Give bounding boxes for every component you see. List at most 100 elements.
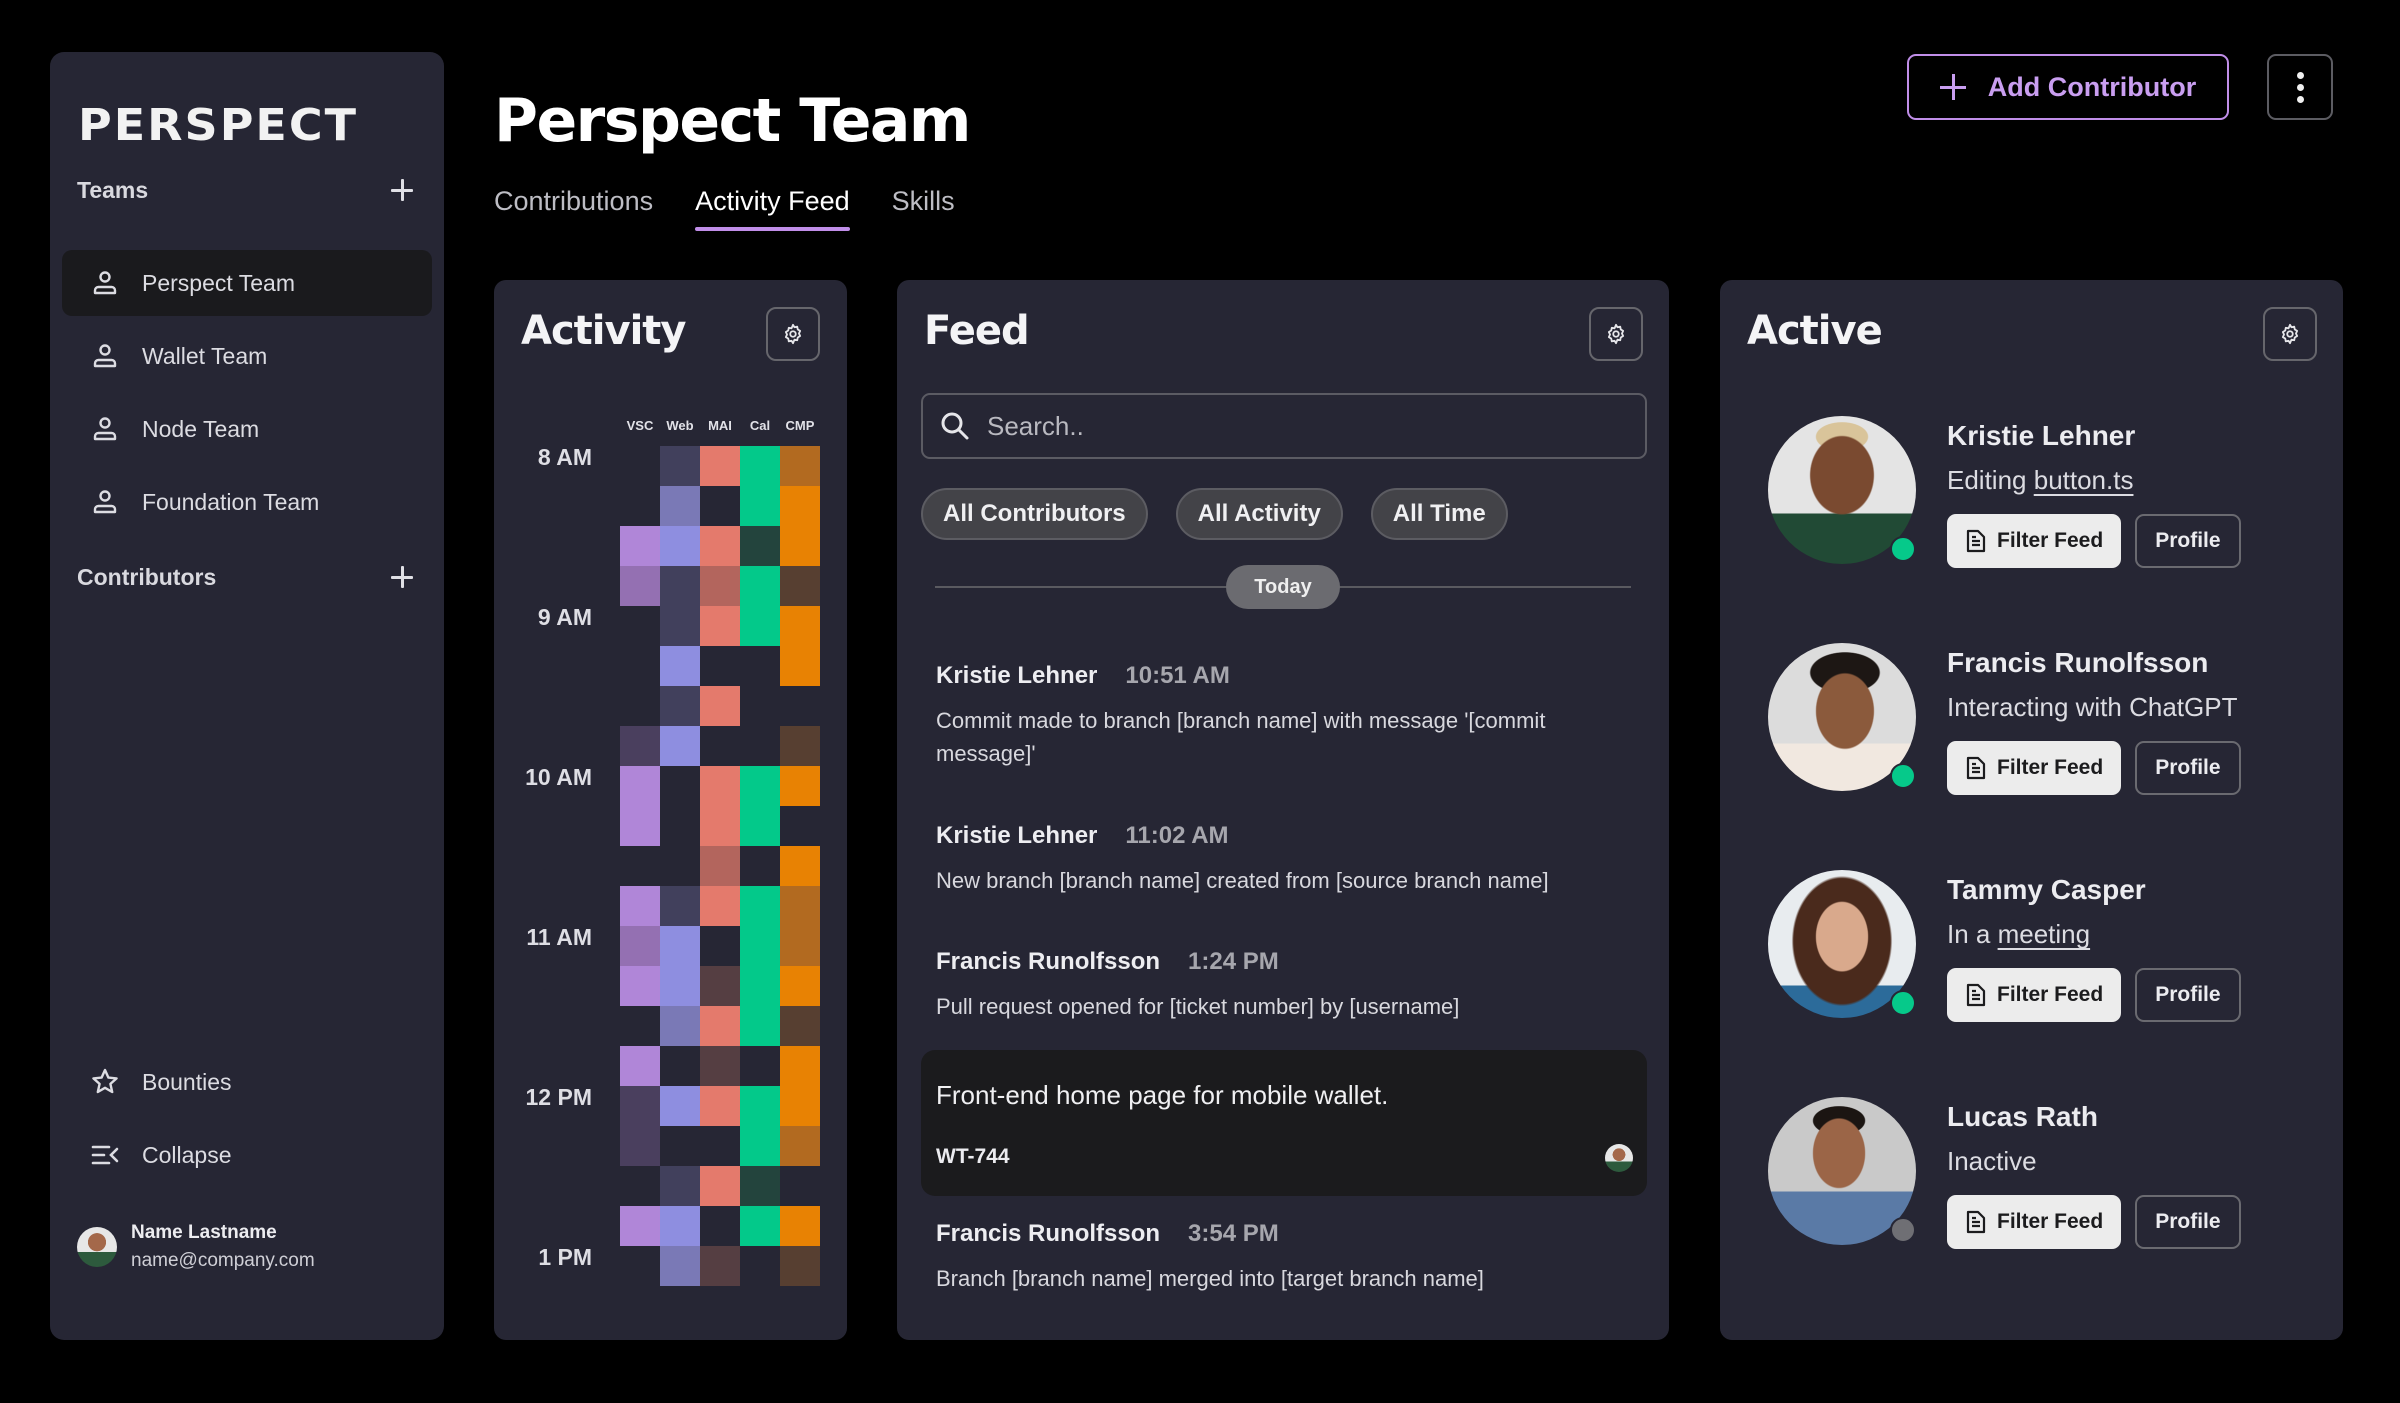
heatmap-time-label: 8 AM: [537, 444, 592, 470]
status-text: Inactive: [1947, 1146, 2037, 1176]
heatmap-cell: [620, 886, 660, 926]
search-field[interactable]: [921, 393, 1647, 459]
heatmap-cell: [700, 1046, 740, 1086]
filter-feed-button[interactable]: Filter Feed: [1947, 741, 2122, 795]
heatmap-cell: [740, 926, 780, 966]
heatmap-cell: [700, 1086, 740, 1126]
feed-author: Francis Runolfsson: [936, 948, 1161, 975]
sidebar-item-node-team[interactable]: Node Team: [62, 396, 432, 462]
heatmap-cell: [700, 766, 740, 806]
profile-button[interactable]: Profile: [2135, 1195, 2241, 1249]
active-settings-button[interactable]: [2263, 307, 2317, 361]
feed-filters: All Contributors All Activity All Time: [921, 488, 1508, 540]
feed-item[interactable]: Kristie Lehner 10:51 AM Commit made to b…: [936, 662, 1639, 770]
sidebar-item-collapse[interactable]: Collapse: [62, 1122, 432, 1188]
page-title: Perspect Team: [494, 86, 971, 156]
heatmap-cell: [700, 1166, 740, 1206]
add-contributor-sidebar-button[interactable]: [387, 562, 417, 592]
heatmap-cell: [700, 886, 740, 926]
member-card: Lucas Rath Inactive Filter Feed Profile: [1768, 1091, 2328, 1251]
filter-all-time[interactable]: All Time: [1370, 488, 1508, 540]
heatmap-cell: [740, 886, 780, 926]
heatmap-cell: [740, 1086, 780, 1126]
tab-activity-feed[interactable]: Activity Feed: [695, 186, 850, 231]
status-link[interactable]: meeting: [1998, 919, 2091, 949]
activity-settings-button[interactable]: [766, 307, 820, 361]
status-dot-online: [1890, 763, 1916, 789]
sidebar-item-foundation-team[interactable]: Foundation Team: [62, 469, 432, 535]
heatmap-cell: [620, 1086, 660, 1126]
ticket-id: WT-744: [936, 1145, 1010, 1168]
search-input[interactable]: [987, 410, 1627, 442]
gear-icon: [784, 323, 802, 345]
heatmap-cell: [620, 966, 660, 1006]
heatmap-cell: [740, 446, 780, 486]
filter-feed-label: Filter Feed: [1997, 529, 2104, 552]
profile-button[interactable]: Profile: [2135, 514, 2241, 568]
heatmap-cell: [780, 606, 820, 646]
heatmap-cell: [700, 526, 740, 566]
heatmap-cell: [780, 1006, 820, 1046]
heatmap-column-label: Web: [666, 418, 694, 433]
status-dot-online: [1890, 536, 1916, 562]
feed-item[interactable]: Francis Runolfsson 3:54 PM Branch [branc…: [936, 1220, 1639, 1295]
ticket-title: Front-end home page for mobile wallet.: [936, 1080, 1389, 1110]
heatmap-cell: [620, 926, 660, 966]
status-dot-offline: [1890, 1217, 1916, 1243]
more-options-button[interactable]: [2267, 54, 2333, 120]
feed-item[interactable]: Kristie Lehner 11:02 AM New branch [bran…: [936, 822, 1639, 897]
status-text: Editing: [1947, 465, 2034, 495]
heatmap-cell: [780, 1246, 820, 1286]
filter-all-contributors[interactable]: All Contributors: [921, 488, 1148, 540]
ticket-card[interactable]: Front-end home page for mobile wallet. W…: [921, 1050, 1647, 1196]
status-link[interactable]: button.ts: [2034, 465, 2134, 495]
document-icon: [1966, 756, 1986, 780]
heatmap-cell: [780, 646, 820, 686]
active-title: Active: [1747, 308, 1883, 354]
heatmap-time-label: 12 PM: [525, 1084, 592, 1110]
sidebar-item-bounties[interactable]: Bounties: [62, 1049, 432, 1115]
add-contributor-button[interactable]: Add Contributor: [1907, 54, 2229, 120]
heatmap-cell: [660, 1206, 700, 1246]
gear-icon: [1607, 323, 1625, 345]
search-icon: [941, 412, 969, 440]
feed-time: 1:24 PM: [1188, 948, 1279, 975]
heatmap-cell: [660, 966, 700, 1006]
heatmap-cell: [660, 926, 700, 966]
heatmap-cell: [660, 1006, 700, 1046]
heatmap-cell: [620, 1046, 660, 1086]
feed-settings-button[interactable]: [1589, 307, 1643, 361]
plus-icon: [1939, 74, 1966, 100]
feed-item[interactable]: Francis Runolfsson 1:24 PM Pull request …: [936, 948, 1639, 1023]
tab-contributions[interactable]: Contributions: [494, 186, 653, 231]
feed-author: Francis Runolfsson: [936, 1220, 1161, 1247]
sidebar-item-label: Perspect Team: [142, 269, 295, 296]
heatmap-cell: [700, 606, 740, 646]
feed-text: Commit made to branch [branch name] with…: [936, 708, 1546, 766]
document-icon: [1966, 529, 1986, 553]
filter-feed-button[interactable]: Filter Feed: [1947, 968, 2122, 1022]
current-user[interactable]: Name Lastname name@company.com: [77, 1222, 315, 1272]
heatmap-cell: [700, 446, 740, 486]
tab-skills[interactable]: Skills: [892, 186, 955, 231]
member-name: Francis Runolfsson: [1947, 647, 2209, 678]
sidebar-item-wallet-team[interactable]: Wallet Team: [62, 323, 432, 389]
add-team-button[interactable]: [387, 175, 417, 205]
gear-icon: [2281, 323, 2299, 345]
heatmap-cell: [660, 446, 700, 486]
heatmap-cell: [660, 486, 700, 526]
profile-button[interactable]: Profile: [2135, 968, 2241, 1022]
member-status: Interacting with ChatGPT: [1947, 692, 2237, 723]
heatmap-cell: [660, 566, 700, 606]
sidebar-item-label: Foundation Team: [142, 488, 320, 515]
sidebar-item-perspect-team[interactable]: Perspect Team: [62, 250, 432, 316]
heatmap-cell: [780, 726, 820, 766]
profile-button[interactable]: Profile: [2135, 741, 2241, 795]
filter-feed-button[interactable]: Filter Feed: [1947, 514, 2122, 568]
filter-feed-button[interactable]: Filter Feed: [1947, 1195, 2122, 1249]
heatmap-cell: [780, 1206, 820, 1246]
collapse-icon: [90, 1140, 120, 1170]
filter-all-activity[interactable]: All Activity: [1175, 488, 1343, 540]
teams-header: Teams: [77, 176, 149, 203]
heatmap-column-label: Cal: [749, 418, 771, 433]
